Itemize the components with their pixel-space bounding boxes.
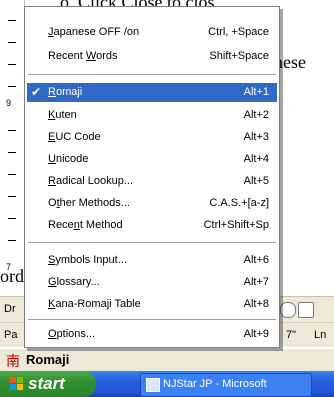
menu-item-label: Kana-Romaji Table — [48, 298, 141, 310]
input-mode-label[interactable]: Romaji — [26, 352, 69, 367]
ruler-tick — [8, 240, 16, 241]
menu-item-label: Recent Method — [48, 219, 123, 231]
menu-item-shortcut: Alt+4 — [243, 153, 269, 165]
ruler-tick — [8, 196, 16, 197]
check-icon: ✔ — [31, 85, 42, 99]
input-method-menu: Japanese OFF /on Ctrl, +Space Recent Wor… — [24, 6, 280, 348]
menu-item-recent-method[interactable]: Recent Method Ctrl+Shift+Sp — [27, 216, 277, 235]
app-window-icon — [146, 378, 160, 392]
position-indicator: 7" — [286, 329, 297, 341]
menu-separator — [28, 242, 276, 244]
menu-item-shortcut: Shift+Space — [209, 50, 269, 62]
ruler-number: 9 — [6, 98, 12, 108]
menu-item-shortcut: Alt+5 — [243, 175, 269, 187]
menu-item-shortcut: Alt+7 — [243, 276, 269, 288]
start-label: start — [28, 374, 65, 393]
vertical-ruler: 9 7 — [0, 0, 25, 300]
oval-tool-icon[interactable] — [280, 302, 296, 318]
menu-item-label: Unicode — [48, 153, 89, 165]
menu-item-shortcut: Alt+3 — [243, 131, 269, 143]
menu-item-japanese-toggle[interactable]: Japanese OFF /on Ctrl, +Space — [27, 23, 277, 42]
menu-item-shortcut: Ctrl+Shift+Sp — [203, 219, 269, 231]
menu-item-unicode[interactable]: Unicode Alt+4 — [27, 150, 277, 169]
menu-item-romaji[interactable]: ✔ Romaji Alt+1 — [27, 83, 277, 102]
draw-menu-button[interactable]: Dr — [4, 303, 16, 315]
menu-item-shortcut: Alt+1 — [243, 86, 269, 98]
menu-item-label: Options... — [48, 328, 96, 340]
ruler-tick — [8, 174, 16, 175]
menu-item-shortcut: Ctrl, +Space — [208, 26, 269, 38]
ruler-tick — [8, 130, 16, 131]
line-indicator: Ln — [314, 329, 327, 341]
menu-item-kana-romaji-table[interactable]: Kana-Romaji Table Alt+8 — [27, 295, 277, 314]
menu-item-label: Other Methods... — [48, 197, 130, 209]
taskbar-window-label: NJStar JP - Microsoft — [163, 378, 267, 390]
menu-separator — [28, 319, 276, 321]
menu-item-label: Romaji — [48, 86, 83, 98]
ruler-tick — [8, 20, 16, 21]
page-indicator: Pa — [4, 329, 18, 341]
menu-item-recent-words[interactable]: Recent Words Shift+Space — [27, 47, 277, 66]
menu-item-shortcut: Alt+9 — [243, 328, 269, 340]
taskbar: start NJStar JP - Microsoft — [0, 371, 334, 397]
menu-item-shortcut: Alt+6 — [243, 254, 269, 266]
menu-item-shortcut: C.A.S.+[a-z] — [209, 197, 269, 209]
menu-item-radical-lookup[interactable]: Radical Lookup... Alt+5 — [27, 172, 277, 191]
menu-item-glossary[interactable]: Glossary... Alt+7 — [27, 273, 277, 292]
textbox-tool-icon[interactable] — [298, 302, 314, 318]
menu-item-label: EUC Code — [48, 131, 101, 143]
menu-item-symbols-input[interactable]: Symbols Input... Alt+6 — [27, 251, 277, 270]
menu-separator — [28, 74, 276, 76]
menu-item-other-methods[interactable]: Other Methods... C.A.S.+[a-z] — [27, 194, 277, 213]
start-button[interactable]: start — [0, 371, 96, 397]
ruler-tick — [8, 86, 16, 87]
ruler-tick — [8, 152, 16, 153]
menu-item-label: Symbols Input... — [48, 254, 127, 266]
njstar-logo-icon[interactable]: 南 — [6, 351, 20, 371]
menu-item-label: Kuten — [48, 109, 77, 121]
menu-item-label: Radical Lookup... — [48, 175, 134, 187]
menu-item-euc-code[interactable]: EUC Code Alt+3 — [27, 128, 277, 147]
menu-item-label: Japanese OFF /on — [48, 26, 140, 38]
menu-item-shortcut: Alt+8 — [243, 298, 269, 310]
menu-item-options[interactable]: Options... Alt+9 — [27, 325, 277, 344]
ruler-tick — [8, 64, 16, 65]
menu-item-label: Glossary... — [48, 276, 100, 288]
menu-item-label: Recent Words — [48, 50, 118, 62]
ruler-tick — [8, 42, 16, 43]
document-text-left: ord — [0, 266, 24, 286]
menu-item-kuten[interactable]: Kuten Alt+2 — [27, 106, 277, 125]
ruler-tick — [8, 218, 16, 219]
ime-status-bar: 南 Romaji — [0, 348, 334, 371]
windows-flag-icon — [10, 377, 23, 390]
taskbar-window-button[interactable]: NJStar JP - Microsoft — [140, 373, 312, 397]
menu-item-shortcut: Alt+2 — [243, 109, 269, 121]
